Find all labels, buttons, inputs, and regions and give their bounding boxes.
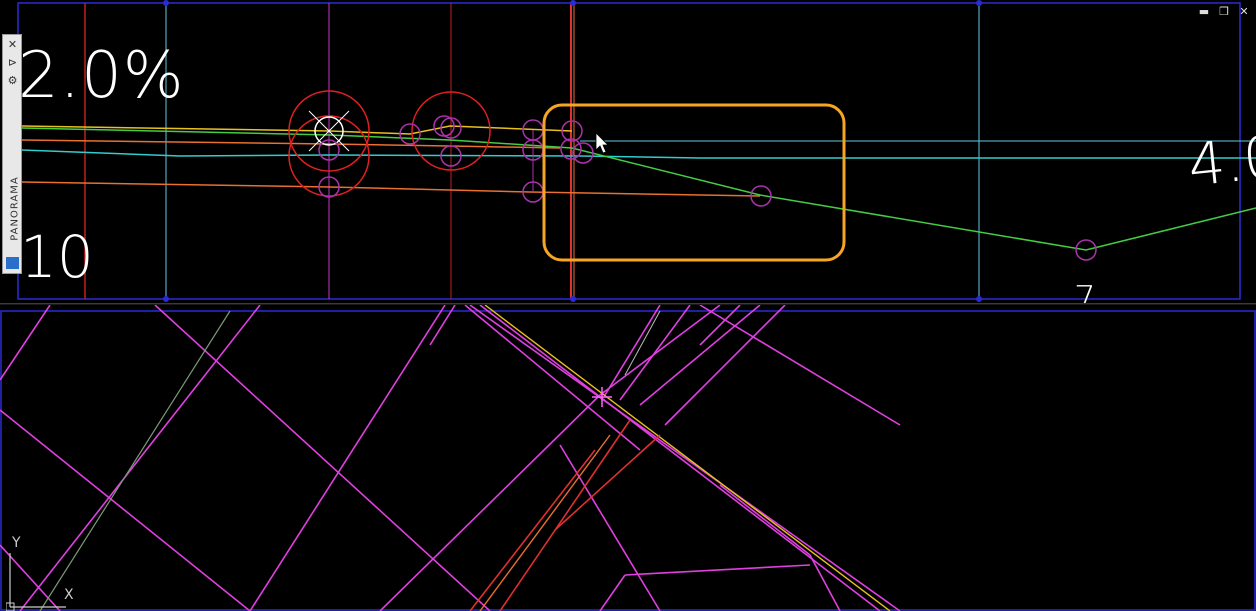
ucs-y-label: Y (12, 535, 21, 551)
profile-drawing[interactable] (0, 0, 1256, 305)
grade-label-left: 2.0% (18, 39, 185, 113)
restore-icon[interactable]: ❐ (1218, 6, 1230, 18)
ucs-icon: Y X (6, 535, 86, 611)
profile-line-orange2 (21, 181, 761, 197)
panorama-title: PANORAMA (9, 176, 21, 241)
settings-icon[interactable]: ⚙ (6, 74, 19, 87)
pin-icon[interactable]: ⊳ (6, 56, 19, 69)
mouse-cursor-icon (595, 132, 609, 154)
profile-frame (17, 2, 1241, 300)
profile-viewport[interactable]: 2.0% 10 4.0 7 ✕ ⊳ ⚙ PANORAMA ▬ ❐ ✕ (0, 0, 1256, 316)
viewport-window-controls: ▬ ❐ ✕ (1198, 6, 1250, 18)
grade-label-right: 4.0 (1184, 122, 1256, 200)
panorama-palette[interactable]: ✕ ⊳ ⚙ PANORAMA (2, 34, 22, 274)
highlight-box (542, 103, 846, 262)
minimize-icon[interactable]: ▬ (1198, 6, 1210, 18)
civil3d-logo-icon (6, 257, 19, 269)
plan-drawing[interactable] (0, 305, 1256, 611)
ucs-x-label: X (64, 587, 74, 603)
close-icon[interactable]: ✕ (1238, 6, 1250, 18)
close-icon[interactable]: ✕ (6, 38, 19, 51)
station-label-left: 10 (20, 223, 94, 291)
profile-line-cyan2 (21, 149, 1256, 159)
plan-viewport[interactable]: Y X (0, 305, 1256, 611)
plan-linework (0, 305, 901, 611)
profile-line-green (21, 127, 1256, 251)
